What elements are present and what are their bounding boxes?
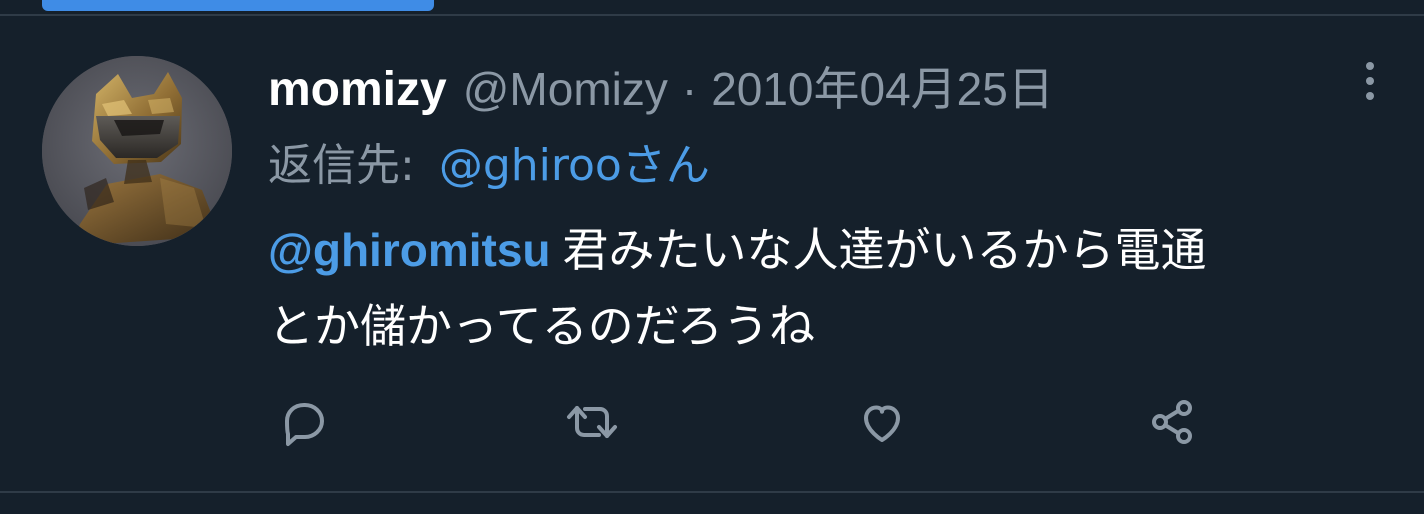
share-button[interactable]: [1140, 390, 1204, 454]
tweet-text-line-1: @ghiromitsu 君みたいな人達がいるから電通: [268, 212, 1398, 288]
like-button[interactable]: [850, 390, 914, 454]
heart-icon: [864, 405, 900, 442]
reply-button[interactable]: [270, 390, 334, 454]
retweet-button[interactable]: [560, 390, 624, 454]
reply-context: 返信先: @ghirooさん: [268, 134, 710, 198]
more-vertical-icon: [1366, 62, 1374, 100]
more-options-button[interactable]: [1350, 58, 1390, 104]
avatar[interactable]: [42, 56, 232, 246]
bottom-divider: [0, 491, 1424, 493]
user-handle[interactable]: @Momizy: [463, 54, 668, 124]
retweet-icon: [567, 406, 617, 438]
mention-link[interactable]: @ghiromitsu: [268, 224, 551, 276]
tweet-header: momizy @Momizy · 2010年04月25日: [268, 54, 1054, 124]
tweet-date[interactable]: 2010年04月25日: [711, 54, 1054, 124]
meta-separator: ·: [681, 63, 698, 115]
loading-progress-bar: [42, 0, 434, 11]
tweet-text-line-2: とか儲かってるのだろうね: [268, 299, 815, 353]
share-icon: [1152, 400, 1192, 444]
reply-user-link[interactable]: @ghirooさん: [439, 140, 710, 191]
reply-icon: [285, 403, 324, 446]
display-name[interactable]: momizy: [268, 55, 447, 125]
reply-prefix: 返信先:: [268, 140, 415, 191]
tweet-text: @ghiromitsu 君みたいな人達がいるから電通 とか儲かってるのだろうね: [268, 212, 1398, 364]
tweet-text-segment-1: 君みたいな人達がいるから電通: [562, 223, 1207, 277]
top-divider: [0, 14, 1424, 16]
